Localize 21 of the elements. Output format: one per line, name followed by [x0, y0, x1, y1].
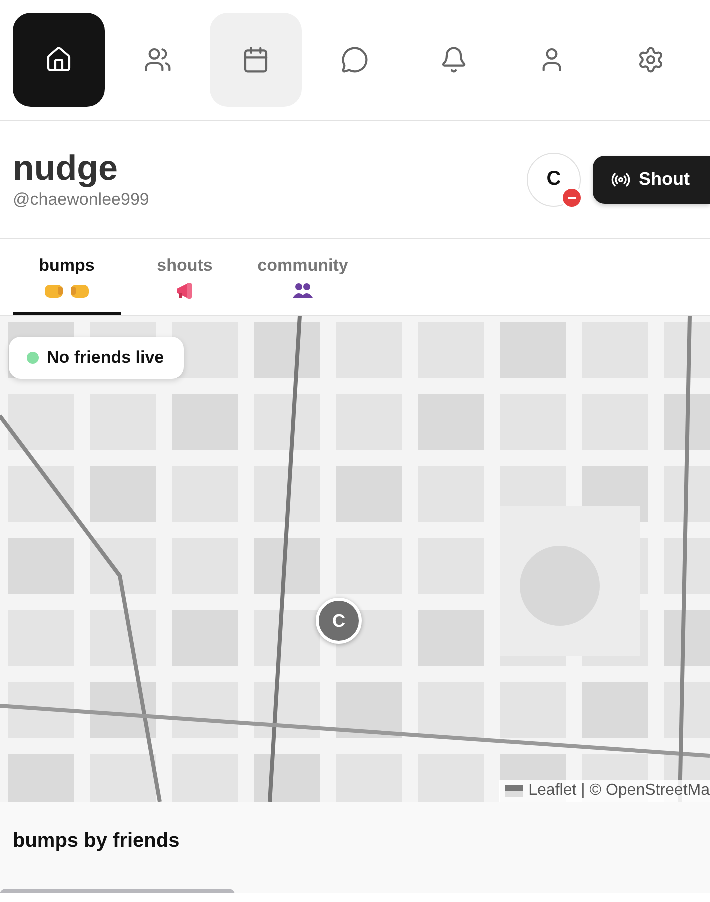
status-text: No friends live [47, 348, 164, 368]
tab[interactable]: shouts [131, 239, 239, 315]
attribution-text: Leaflet | © OpenStreetMa [528, 782, 710, 800]
avatar[interactable]: C [527, 152, 581, 206]
tab[interactable]: community [249, 239, 357, 315]
nav-button[interactable] [13, 13, 105, 107]
user-handle: @chaewonlee999 [13, 190, 150, 210]
home-icon [44, 46, 73, 74]
calendar-icon [242, 46, 270, 74]
flag-icon [504, 785, 523, 797]
status-dot [27, 352, 39, 364]
shout-button[interactable]: Shout [593, 156, 710, 204]
people-icon [293, 282, 313, 298]
settings-icon [637, 46, 666, 74]
fist-bump-icon [44, 282, 90, 300]
chat-bubble-icon [341, 46, 370, 74]
people-icon [144, 46, 172, 74]
app-title: nudge [13, 150, 119, 188]
bell-icon [440, 46, 468, 74]
section-title: bumps by friends [12, 829, 181, 853]
megaphone-icon [175, 282, 195, 300]
